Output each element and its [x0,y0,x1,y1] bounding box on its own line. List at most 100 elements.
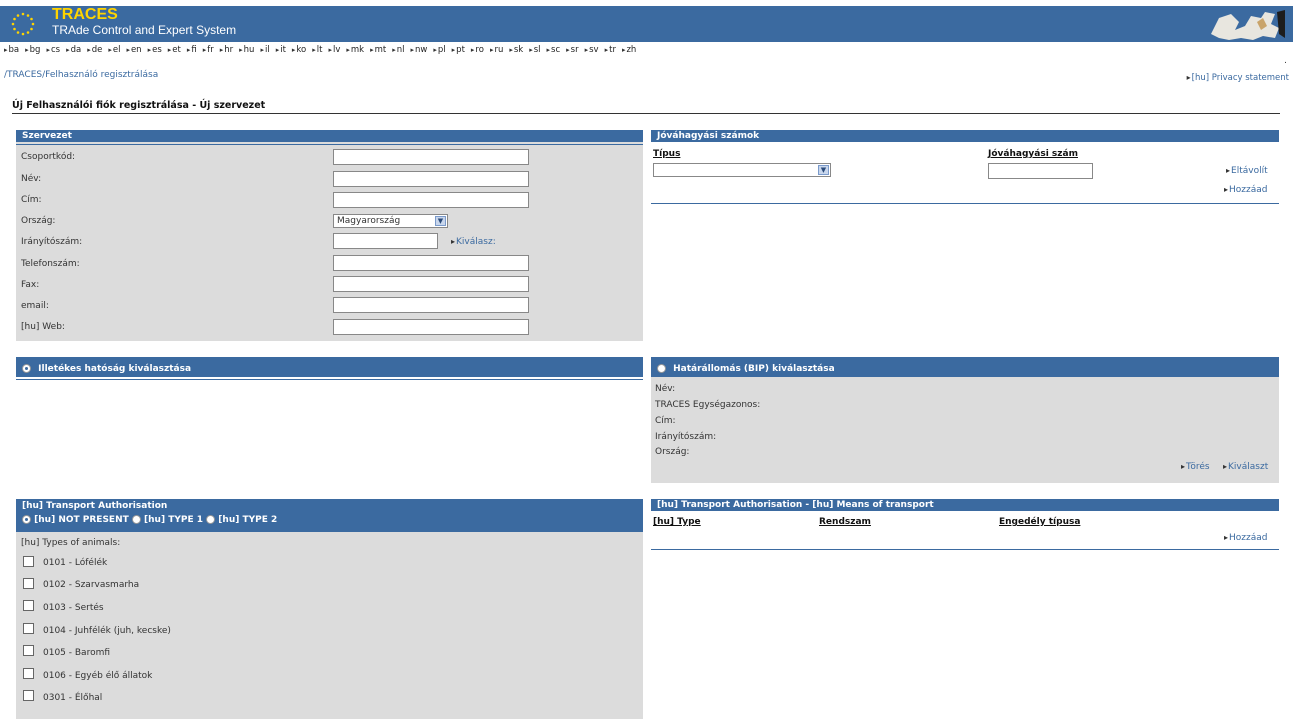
lang-link[interactable]: lt [312,45,323,57]
select-bip-link[interactable]: Kiválaszt [1223,462,1268,472]
title-divider [12,113,1280,114]
type-column-header: Típus [653,149,681,159]
group-code-input[interactable] [333,149,529,165]
postcode-input[interactable] [333,233,438,249]
fax-input[interactable] [333,276,529,292]
transport-type-options: [hu] NOT PRESENT [hu] TYPE 1 [hu] TYPE 2 [22,515,637,525]
lang-link[interactable]: sr [566,45,579,57]
panel-title: Jóváhagyási számok [651,130,1279,142]
panel-rule [16,144,643,145]
lang-link[interactable]: sc [547,45,560,57]
panel-title: [hu] Transport Authorisation - [hu] Mean… [651,499,1279,511]
group-code-label: Csoportkód: [21,152,76,162]
type1-radio[interactable] [131,515,141,524]
animal-checkbox[interactable] [23,690,34,701]
phone-label: Telefonszám: [21,259,80,269]
lang-link[interactable]: da [66,45,82,57]
add-means-link[interactable]: Hozzáad [1224,533,1267,543]
type2-label: [hu] TYPE 2 [218,515,278,525]
chevron-down-icon[interactable]: ▼ [818,165,829,175]
lang-link[interactable]: ro [471,45,484,57]
animal-checkbox[interactable] [23,556,34,567]
remove-link[interactable]: Eltávolít [1226,166,1268,176]
lang-link[interactable]: it [276,45,286,57]
breadcrumb[interactable]: /TRACES/Felhasználó regisztrálása [4,70,158,80]
lang-link[interactable]: el [108,45,121,57]
registration-column-header: Rendszam [819,517,871,527]
address-label: Cím: [21,195,42,205]
license-type-column-header: Engedély típusa [999,517,1081,527]
add-approval-link[interactable]: Hozzáad [1224,185,1267,195]
lang-link[interactable]: nl [392,45,405,57]
bip-unit-label: TRACES Egységazonos: [655,400,761,410]
lang-link[interactable]: ru [490,45,503,57]
lang-link[interactable]: nw [411,45,427,57]
chevron-down-icon[interactable]: ▼ [435,216,446,226]
address-input[interactable] [333,192,529,208]
approval-number-column-header: Jóváhagyási szám [988,149,1078,159]
lang-link[interactable]: tr [605,45,616,57]
type1-label: [hu] TYPE 1 [144,515,204,525]
web-input[interactable] [333,319,529,335]
phone-input[interactable] [333,255,529,271]
lang-link[interactable]: de [87,45,103,57]
lang-link[interactable]: bg [25,45,41,57]
delete-bip-link[interactable]: Törés [1181,462,1210,472]
lang-link[interactable]: mk [346,45,364,57]
animals-label: [hu] Types of animals: [21,538,121,548]
select-postcode-link[interactable]: Kiválasz: [451,237,496,247]
type2-radio[interactable] [206,515,216,524]
lang-link[interactable]: en [126,45,142,57]
animal-checkbox[interactable] [23,578,34,589]
type-select[interactable]: ▼ [653,163,831,177]
lang-link[interactable]: sv [585,45,598,57]
name-label: Név: [21,174,42,184]
panel-title: [hu] Transport Authorisation [22,501,168,511]
lang-link[interactable]: il [260,45,270,57]
animal-checkbox[interactable] [23,668,34,679]
lang-link[interactable]: fi [187,45,196,57]
animal-checkbox[interactable] [23,623,34,634]
bip-header: Határállomás (BIP) kiválasztása [651,357,1279,377]
panel-rule [651,549,1279,550]
country-select[interactable]: Magyarország ▼ [333,214,448,228]
lang-link[interactable]: lv [328,45,340,57]
europe-map-icon [1205,8,1287,42]
not-present-label: [hu] NOT PRESENT [34,515,129,525]
animal-checkbox[interactable] [23,600,34,611]
lang-link[interactable]: fr [203,45,214,57]
bip-radio[interactable] [657,364,666,373]
animal-checkbox[interactable] [23,645,34,656]
lang-link[interactable]: et [168,45,181,57]
fax-label: Fax: [21,280,40,290]
lang-link[interactable]: mt [370,45,387,57]
lang-link[interactable]: hr [220,45,233,57]
not-present-radio[interactable] [22,515,31,524]
bip-panel: Határállomás (BIP) kiválasztása Név: TRA… [651,357,1279,483]
animal-label: 0103 - Sertés [43,603,104,613]
lang-link[interactable]: pt [452,45,465,57]
lang-link[interactable]: cs [46,45,60,57]
lang-link[interactable]: zh [622,45,636,57]
lang-link[interactable]: ba [4,45,20,57]
app-name: TRACES [52,6,118,23]
organisation-panel: Szervezet Csoportkód: Név: Cím: Ország: … [16,130,643,341]
email-input[interactable] [333,297,529,313]
lang-link[interactable]: es [148,45,162,57]
name-input[interactable] [333,171,529,187]
means-of-transport-panel: [hu] Transport Authorisation - [hu] Mean… [651,499,1279,553]
transport-authorisation-panel: [hu] Transport Authorisation [hu] NOT PR… [16,499,643,719]
app-subtitle: TRAde Control and Expert System [52,23,237,37]
lang-link[interactable]: pl [433,45,446,57]
panel-rule [16,379,643,380]
privacy-link[interactable]: [hu] Privacy statement [1187,73,1289,83]
lang-link[interactable]: sl [529,45,541,57]
authority-radio[interactable] [22,364,31,373]
lang-link[interactable]: hu [239,45,255,57]
brand: TRACES TRAde Control and Expert System [52,6,237,38]
approval-number-input[interactable] [988,163,1093,179]
web-label: [hu] Web: [21,322,65,332]
country-label: Ország: [21,216,56,226]
lang-link[interactable]: ko [292,45,306,57]
lang-link[interactable]: sk [509,45,523,57]
